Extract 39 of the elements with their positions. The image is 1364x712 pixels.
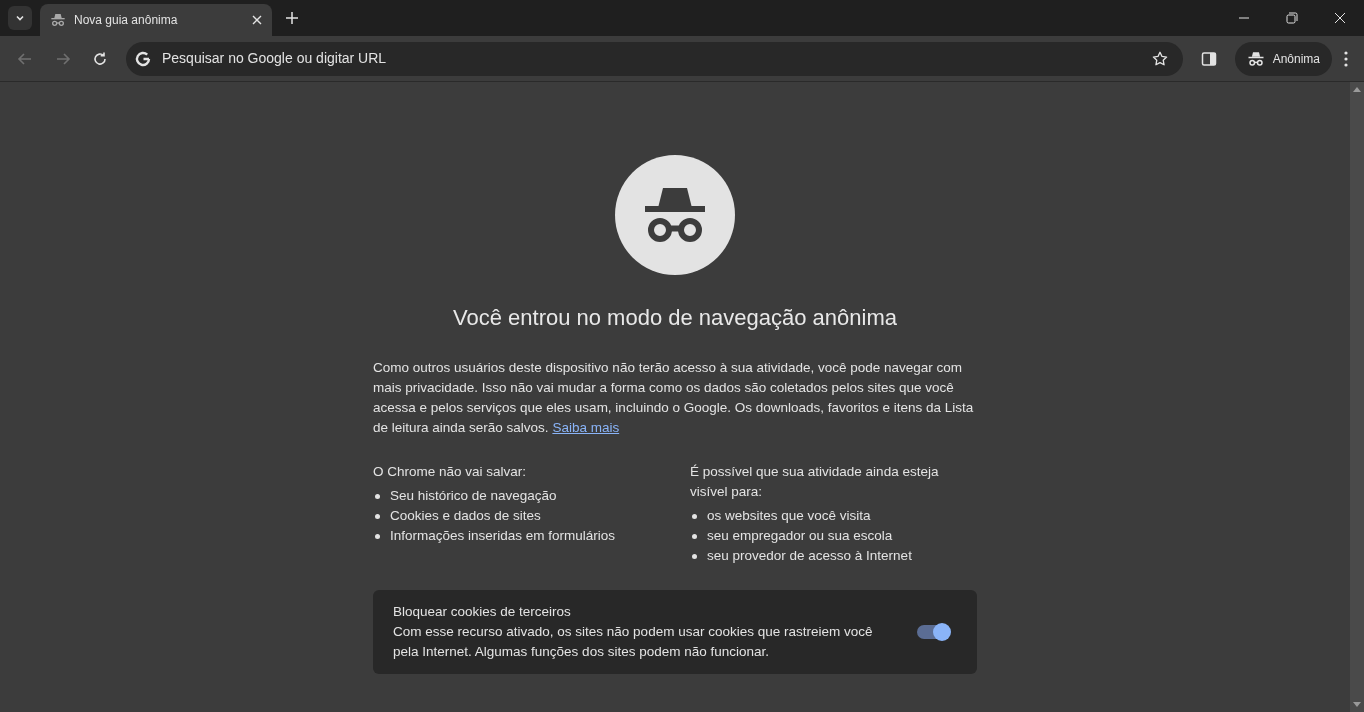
card-title: Bloquear cookies de terceiros — [393, 603, 572, 621]
bullet-icon — [692, 513, 697, 519]
incognito-icon — [1246, 49, 1265, 68]
restore-icon[interactable] — [1286, 12, 1298, 24]
list-item: os websites que você visita — [707, 507, 871, 525]
list-heading: É possível que sua atividade ainda esteja visível para: — [690, 463, 940, 501]
close-icon[interactable] — [1334, 12, 1346, 24]
more-menu-icon[interactable] — [1344, 50, 1348, 67]
list-item: Seu histórico de navegação — [390, 487, 557, 505]
bullet-icon — [375, 493, 380, 499]
bullet-icon — [375, 533, 380, 539]
side-panel-icon[interactable] — [1200, 50, 1217, 67]
address-input[interactable]: Pesquisar no Google ou digitar URL — [162, 48, 1141, 69]
address-bar[interactable]: Pesquisar no Google ou digitar URL — [126, 41, 1183, 76]
bullet-icon — [692, 553, 697, 559]
toggle-switch[interactable] — [917, 625, 949, 639]
list-heading: O Chrome não vai salvar: — [373, 463, 528, 481]
bullet-icon — [692, 533, 697, 539]
list-item: seu provedor de acesso à Internet — [707, 547, 912, 565]
bookmark-star-icon[interactable] — [1150, 49, 1169, 68]
card-description: Com esse recurso ativado, os sites não podem usar cookies que rastreiem você pela Internet. Algumas funções dos sites podem não funcionar. — [393, 623, 874, 661]
reload-icon[interactable] — [92, 50, 108, 67]
tab-search-button[interactable] — [8, 6, 32, 30]
bullet-icon — [375, 513, 380, 519]
intro-paragraph: Como outros usuários deste dispositivo não terão acesso à sua atividade, você pode navegar com mais privacidade. Isso não vai mudar a forma como os dados são coletados pelos sites que você acessa e pelos serviços que eles usam, incluindo o Google. Os downloads, favoritos e itens da Lista de leitura ainda serão salvos. Saiba mais — [373, 359, 975, 437]
incognito-profile-button[interactable]: Anônima — [1234, 41, 1332, 76]
scroll-down-arrow-icon[interactable] — [1353, 702, 1361, 708]
browser-tab[interactable]: Nova guia anônima — [40, 4, 272, 36]
close-icon[interactable] — [252, 15, 262, 25]
incognito-icon — [50, 12, 66, 28]
new-tab-icon[interactable] — [286, 12, 298, 24]
list-item: seu empregador ou sua escola — [707, 527, 893, 545]
list-item: Informações inseridas em formulários — [390, 527, 616, 545]
google-g-icon — [134, 49, 152, 68]
tab-title: Nova guia anônima — [74, 12, 179, 29]
list-item: Cookies e dados de sites — [390, 507, 541, 525]
learn-more-link[interactable]: Saiba mais — [552, 420, 620, 435]
page-heading: Você entrou no modo de navegação anônima — [453, 304, 897, 332]
scroll-up-arrow-icon[interactable] — [1353, 86, 1361, 92]
